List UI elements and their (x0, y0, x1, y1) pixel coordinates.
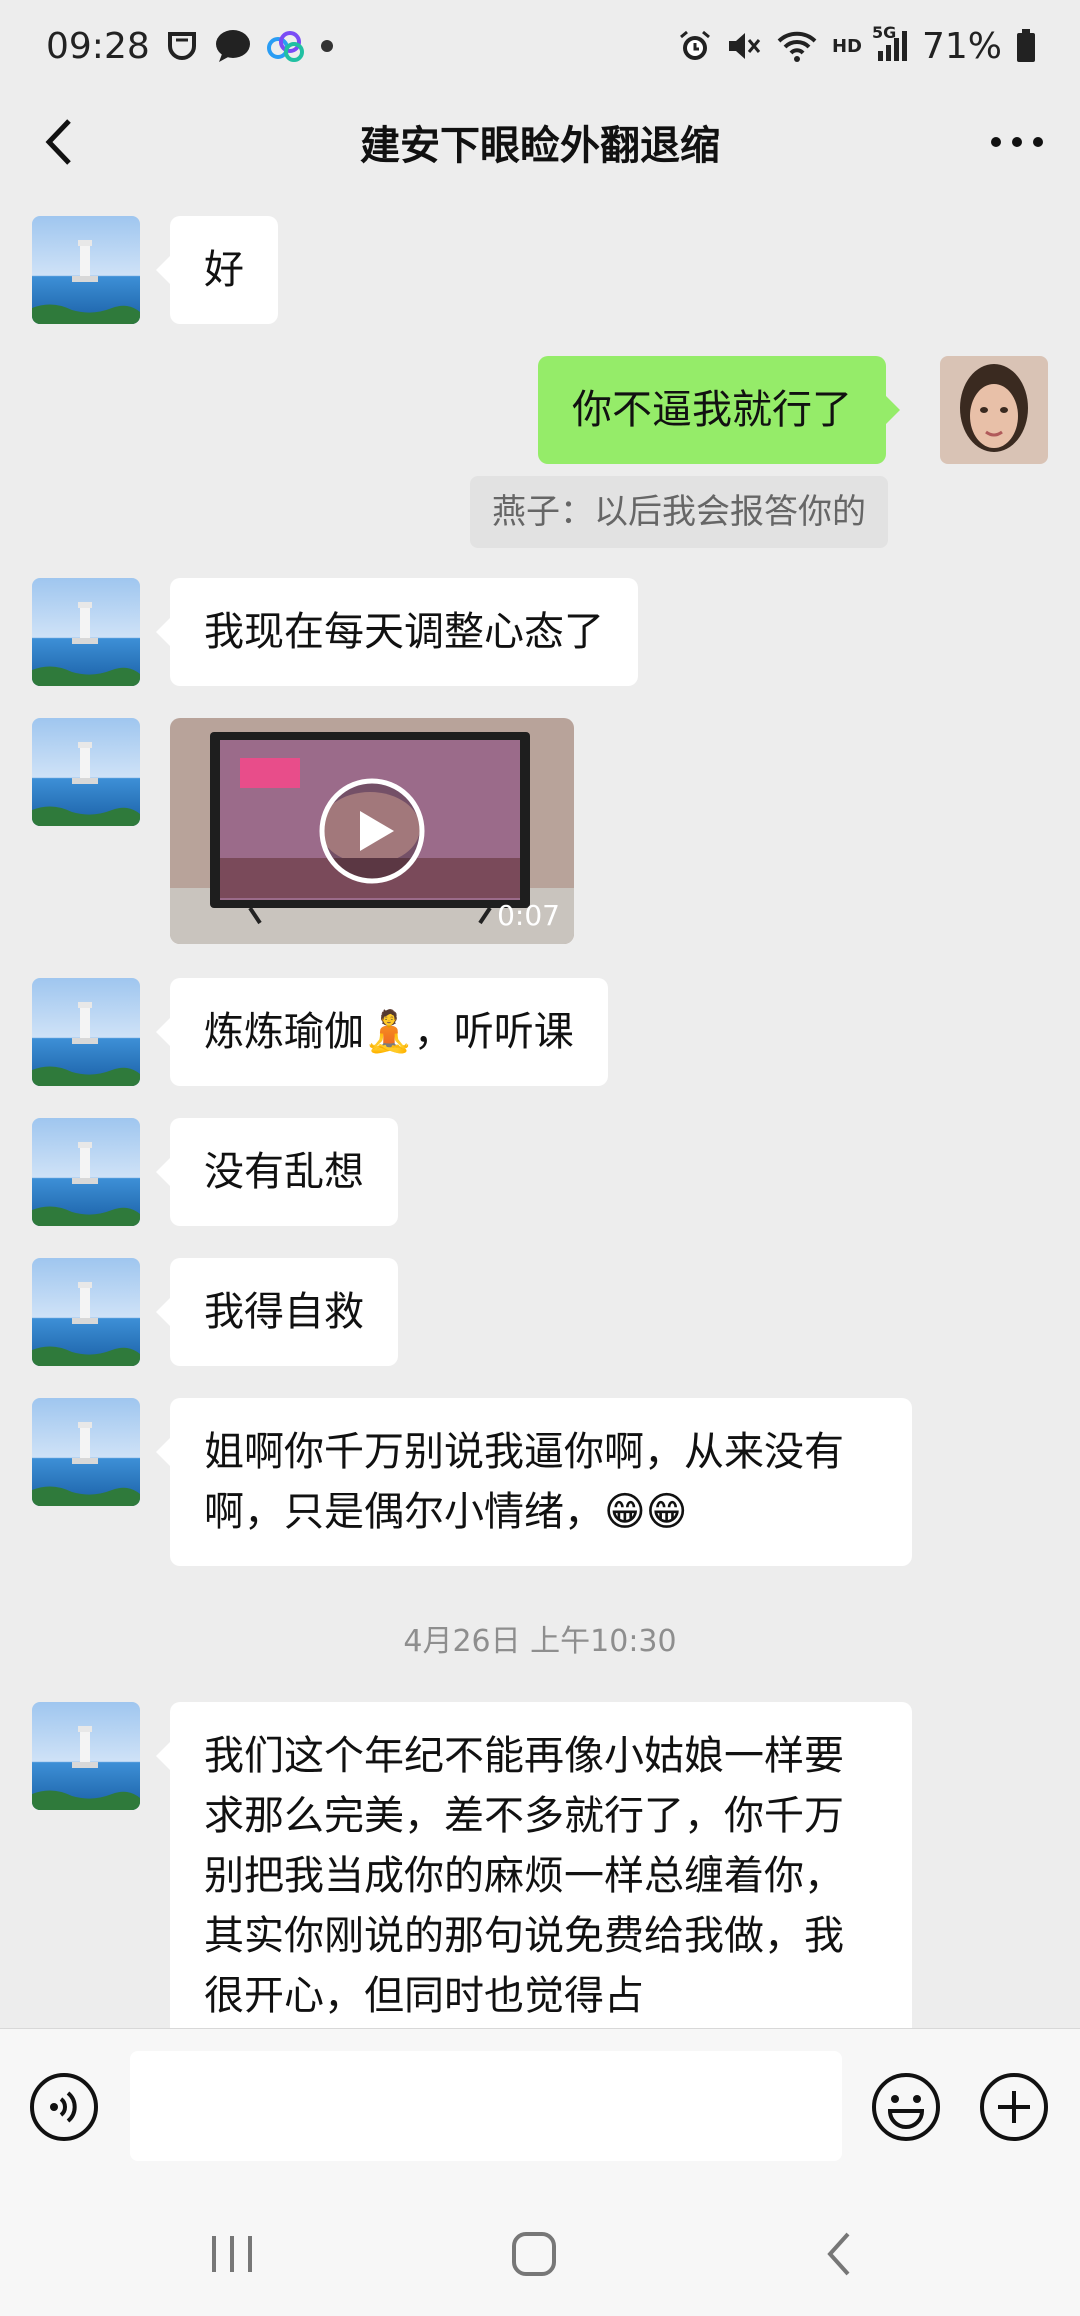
battery-percent: 71% (921, 25, 1002, 67)
message-bubble-incoming[interactable]: 姐啊你千万别说我逼你啊，从来没有啊，只是偶尔小情绪，😁😁 (156, 1398, 912, 1566)
status-time: 09:28 (46, 25, 150, 67)
contact-avatar[interactable] (32, 1398, 140, 1506)
dot-icon (320, 39, 334, 53)
video-message[interactable]: 0:07 (170, 718, 574, 944)
cloud-icon (266, 30, 306, 62)
nav-back-icon (827, 2232, 850, 2276)
wifi-icon (776, 29, 818, 63)
more-button[interactable] (984, 114, 1050, 170)
emoji-button[interactable] (868, 2069, 944, 2145)
message-bubble-incoming[interactable]: 好 (156, 216, 278, 324)
contact-avatar[interactable] (32, 578, 140, 686)
recents-icon (212, 2236, 252, 2272)
message-bubble-outgoing[interactable]: 你不逼我就行了 (538, 356, 900, 464)
home-button[interactable] (494, 2214, 574, 2294)
hd-label: HD (831, 35, 862, 57)
message-text-input[interactable] (130, 2051, 842, 2161)
cellular-signal-icon: 5G (872, 23, 908, 63)
contact-avatar[interactable] (32, 1258, 140, 1366)
more-functions-button[interactable] (976, 2069, 1052, 2145)
contact-avatar[interactable] (32, 1118, 140, 1226)
mute-icon (726, 29, 762, 63)
message-bubble-incoming[interactable]: 炼炼瑜伽🧘，听听课 (156, 978, 608, 1086)
home-icon (512, 2232, 556, 2276)
network-type: 5G (871, 23, 897, 42)
chat-header: 建安下眼睑外翻退缩 (0, 92, 1080, 192)
notification-app-icon (164, 28, 200, 64)
contact-avatar[interactable] (32, 216, 140, 324)
plus-icon (980, 2073, 1048, 2141)
message-timestamp: 4月26日 上午10:30 (403, 1624, 677, 1659)
message-bubble-incoming[interactable]: 没有乱想 (156, 1118, 398, 1226)
nav-back-button[interactable] (798, 2214, 878, 2294)
message-bubble-incoming[interactable]: 我现在每天调整心态了 (156, 578, 638, 686)
voice-icon (30, 2073, 98, 2141)
chat-bubble-icon (214, 28, 252, 64)
back-button[interactable] (30, 114, 86, 170)
contact-avatar[interactable] (32, 1702, 140, 1810)
voice-button[interactable] (26, 2069, 102, 2145)
battery-icon (1016, 29, 1036, 63)
chat-title: 建安下眼睑外翻退缩 (360, 123, 720, 169)
message-bubble-incoming[interactable]: 我们这个年纪不能再像小姑娘一样要求那么完美，差不多就行了，你千万别把我当成你的麻… (156, 1702, 912, 2028)
emoji-icon (872, 2073, 940, 2141)
back-icon (45, 119, 71, 165)
message-input-bar (0, 2028, 1080, 2188)
recents-button[interactable] (192, 2214, 272, 2294)
system-navigation-bar (0, 2188, 1080, 2316)
contact-avatar[interactable] (32, 978, 140, 1086)
chat-message-list[interactable]: 好 你不逼我就行了 燕子：以后我会报答你的 我现在每天调整心态了 0:07 炼炼… (0, 192, 1080, 2028)
quoted-reply[interactable]: 燕子：以后我会报答你的 (470, 476, 888, 548)
status-bar: 09:28 HD 5G 71% (0, 0, 1080, 92)
my-avatar[interactable] (940, 356, 1048, 464)
contact-avatar[interactable] (32, 718, 140, 826)
alarm-icon (678, 29, 712, 63)
message-bubble-incoming[interactable]: 我得自救 (156, 1258, 398, 1366)
video-duration: 0:07 (497, 899, 560, 932)
more-icon (991, 137, 1043, 147)
play-icon[interactable] (318, 777, 426, 885)
